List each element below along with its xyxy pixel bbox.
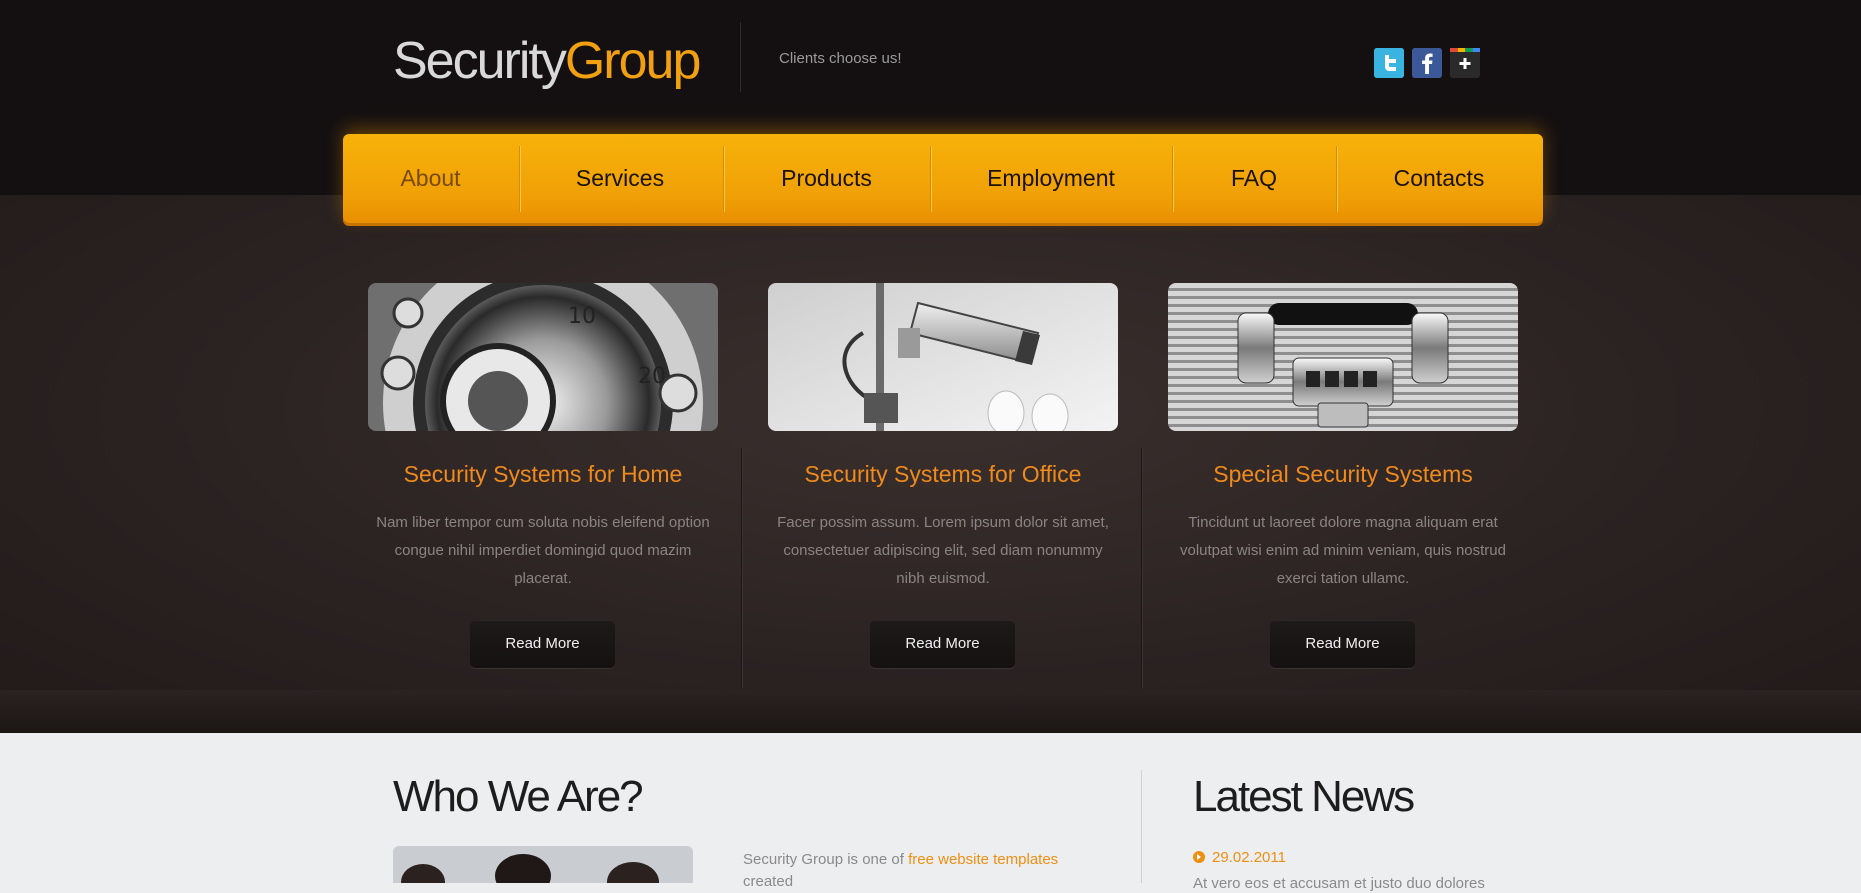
about-text-end: created bbox=[743, 873, 794, 890]
site-logo[interactable]: SecurityGroup bbox=[393, 28, 702, 94]
arrow-bullet-icon bbox=[1193, 851, 1205, 863]
feature-title-office[interactable]: Security Systems for Office bbox=[758, 461, 1128, 488]
free-templates-link[interactable]: free website templates bbox=[908, 851, 1058, 868]
read-more-button-special[interactable]: Read More bbox=[1270, 620, 1415, 668]
latest-news-heading: Latest News bbox=[1193, 772, 1415, 821]
news-snippet: At vero eos et accusam et justo duo dolo… bbox=[1193, 875, 1485, 892]
news-date-text: 29.02.2011 bbox=[1212, 849, 1286, 866]
news-date[interactable]: 29.02.2011 bbox=[1193, 849, 1286, 866]
read-more-button-office[interactable]: Read More bbox=[870, 620, 1015, 668]
header-divider bbox=[740, 22, 741, 92]
facebook-icon[interactable] bbox=[1412, 48, 1442, 78]
logo-text-group: Group bbox=[564, 32, 702, 90]
nav-item-services[interactable]: Services bbox=[520, 134, 720, 223]
feature-title-home[interactable]: Security Systems for Home bbox=[358, 461, 728, 488]
about-paragraph: Security Group is one of free website te… bbox=[743, 849, 1103, 893]
feature-image-safe-dial[interactable]: 10 20 bbox=[368, 283, 718, 431]
feature-divider bbox=[1141, 448, 1142, 688]
svg-text:10: 10 bbox=[568, 304, 596, 329]
about-text-start: Security Group is one of bbox=[743, 851, 909, 868]
google-plus-icon[interactable] bbox=[1450, 48, 1480, 78]
band-bottom-shadow bbox=[0, 690, 1861, 733]
bottom-divider bbox=[1141, 770, 1142, 883]
read-more-button-home[interactable]: Read More bbox=[470, 620, 615, 668]
nav-item-products[interactable]: Products bbox=[724, 134, 929, 223]
feature-text-office: Facer possim assum. Lorem ipsum dolor si… bbox=[777, 514, 1109, 587]
feature-divider bbox=[741, 448, 742, 688]
nav-item-about[interactable]: About bbox=[343, 134, 518, 223]
feature-image-security-camera[interactable] bbox=[768, 283, 1118, 431]
feature-text-home: Nam liber tempor cum soluta nobis eleife… bbox=[376, 514, 710, 587]
logo-text-security: Security bbox=[393, 32, 567, 90]
who-we-are-heading: Who We Are? bbox=[393, 772, 644, 821]
nav-item-contacts[interactable]: Contacts bbox=[1337, 134, 1541, 223]
nav-item-faq[interactable]: FAQ bbox=[1173, 134, 1335, 223]
twitter-icon[interactable] bbox=[1374, 48, 1404, 78]
main-nav: About Services Products Employment FAQ C… bbox=[343, 134, 1543, 223]
nav-item-employment[interactable]: Employment bbox=[931, 134, 1171, 223]
feature-image-briefcase[interactable] bbox=[1168, 283, 1518, 431]
tagline: Clients choose us! bbox=[779, 50, 902, 67]
feature-title-special[interactable]: Special Security Systems bbox=[1158, 461, 1528, 488]
feature-text-special: Tincidunt ut laoreet dolore magna aliqua… bbox=[1180, 514, 1506, 587]
team-photo bbox=[393, 846, 693, 883]
svg-text:20: 20 bbox=[638, 364, 666, 389]
